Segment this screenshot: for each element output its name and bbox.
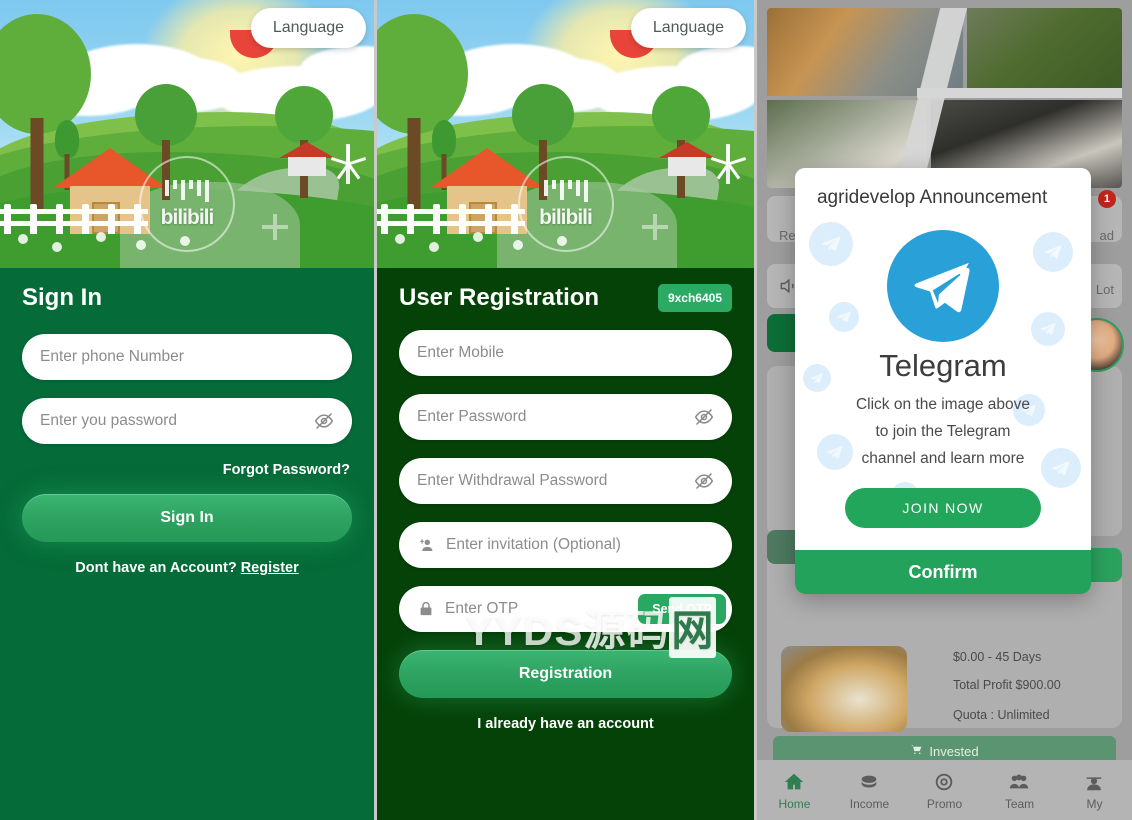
registration-panel: bilibili Language User Registration 9xch… (377, 0, 754, 820)
bilibili-watermark: bilibili (517, 156, 614, 252)
eye-off-icon[interactable] (314, 411, 334, 431)
fence-icon (0, 200, 148, 234)
modal-description: Click on the image above to join the Tel… (811, 392, 1075, 472)
signin-title: Sign In (22, 284, 102, 311)
bilibili-watermark: bilibili (139, 156, 235, 252)
language-button-registration[interactable]: Language (630, 8, 746, 48)
withdrawal-password-placeholder: Enter Withdrawal Password (417, 472, 608, 489)
reg-password-placeholder: Enter Password (417, 408, 527, 425)
eye-off-icon[interactable] (694, 407, 714, 427)
phone-input[interactable]: Enter phone Number (22, 334, 353, 380)
register-prompt: Dont have an Account? Register (22, 560, 352, 576)
forgot-password-link[interactable]: Forgot Password? (22, 462, 350, 478)
join-now-button[interactable]: JOIN NOW (844, 488, 1041, 529)
telegram-ghost-icon (808, 222, 853, 267)
bilibili-watermark-label: bilibili (539, 206, 593, 229)
modal-title: agridevelop Announcement (816, 187, 1048, 208)
windmill-icon (710, 130, 747, 184)
password-input-placeholder: Enter you password (40, 412, 177, 429)
telegram-logo-icon[interactable] (886, 230, 999, 343)
phone-input-placeholder: Enter phone Number (40, 348, 184, 365)
signin-submit-button[interactable]: Sign In (22, 494, 353, 542)
signin-form: Sign In Enter phone Number Enter you pas… (0, 268, 374, 820)
otp-input[interactable]: Enter OTP Send OTP (399, 586, 732, 632)
modal-description-line1: Click on the image above (855, 396, 1030, 414)
telegram-ghost-icon (1030, 312, 1065, 347)
password-input[interactable]: Enter you password (22, 398, 353, 444)
add-user-icon (417, 536, 436, 555)
referral-code-badge[interactable]: 9xch6405 (657, 284, 732, 312)
language-button-signin[interactable]: Language (250, 8, 367, 48)
withdrawal-password-input[interactable]: Enter Withdrawal Password (399, 458, 732, 504)
barn-icon (279, 142, 336, 176)
telegram-ghost-icon (828, 302, 859, 333)
registration-header: User Registration 9xch6405 (399, 284, 732, 312)
plant-marker-icon (642, 214, 668, 240)
windmill-icon (330, 130, 367, 184)
send-otp-button[interactable]: Send OTP (638, 594, 726, 624)
screenshot-root: bilibili Language Sign In Enter phone Nu… (0, 0, 1132, 820)
signin-panel: bilibili Language Sign In Enter phone Nu… (0, 0, 375, 820)
telegram-ghost-icon (1032, 232, 1073, 273)
mobile-input[interactable]: Enter Mobile (399, 330, 732, 376)
reg-password-input[interactable]: Enter Password (399, 394, 732, 440)
confirm-button[interactable]: Confirm (794, 550, 1091, 595)
register-link[interactable]: Register (241, 560, 299, 576)
eye-off-icon[interactable] (694, 471, 714, 491)
telegram-brand-name: Telegram (879, 348, 1007, 384)
lock-icon (417, 600, 435, 618)
fence-icon (377, 200, 525, 234)
modal-description-line3: channel and learn more (861, 449, 1025, 467)
modal-overlay[interactable]: agridevelop Announcement Telegram Click … (757, 0, 1132, 820)
register-prompt-text: Dont have an Account? (75, 560, 237, 576)
modal-description-line2: to join the Telegram (875, 422, 1011, 440)
invitation-placeholder: Enter invitation (Optional) (446, 536, 621, 553)
modal-body: Telegram Click on the image above to joi… (795, 216, 1091, 550)
mobile-input-placeholder: Enter Mobile (417, 344, 505, 361)
registration-title: User Registration (399, 284, 600, 311)
plant-marker-icon (262, 214, 289, 240)
otp-placeholder: Enter OTP (445, 600, 519, 617)
home-panel: 1 Re ad Lot $0.00 - 45 Days Total Profit… (756, 0, 1132, 820)
bilibili-watermark-label: bilibili (160, 206, 215, 229)
invitation-input[interactable]: Enter invitation (Optional) (399, 522, 732, 568)
barn-icon (659, 142, 715, 176)
existing-account-link[interactable]: I already have an account (399, 716, 732, 732)
telegram-announcement-modal: agridevelop Announcement Telegram Click … (794, 168, 1091, 595)
registration-form: User Registration 9xch6405 Enter Mobile … (377, 268, 754, 820)
registration-submit-button[interactable]: Registration (399, 650, 732, 698)
